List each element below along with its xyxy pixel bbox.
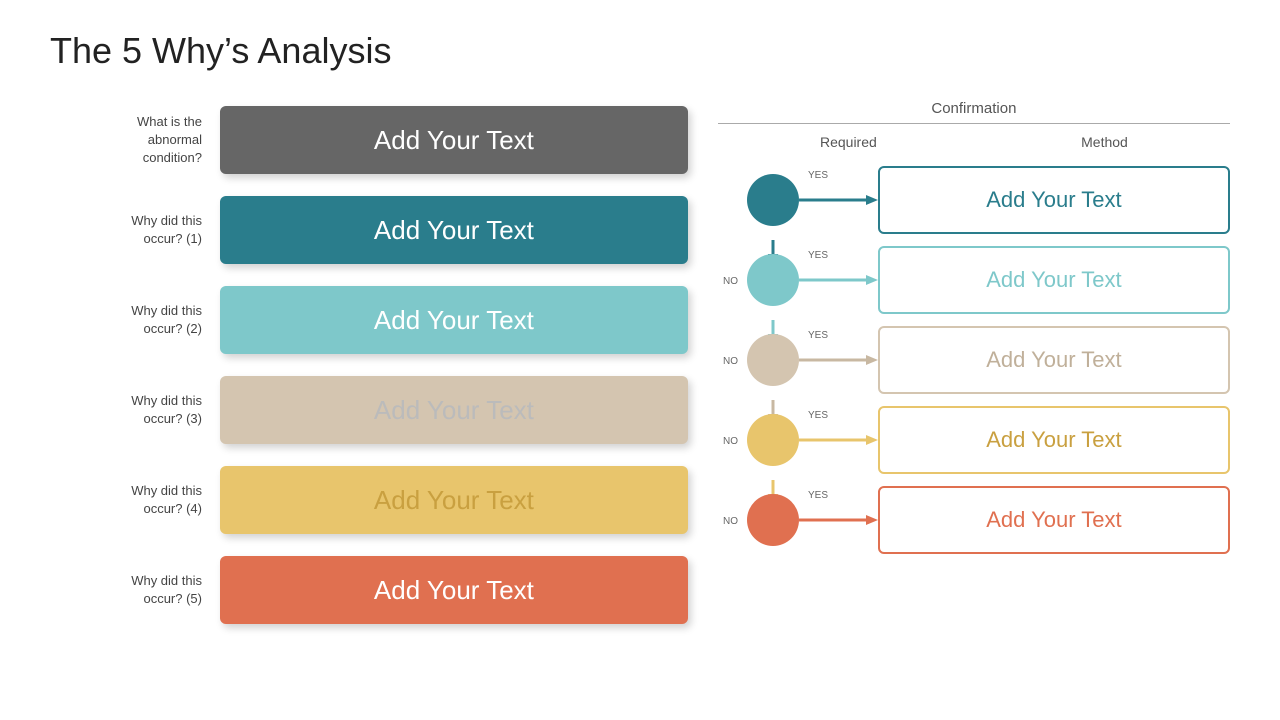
row-0: What is theabnormalcondition? Add Your T… — [50, 100, 688, 180]
main-box-0[interactable]: Add Your Text — [220, 106, 688, 174]
row-label-0: What is theabnormalcondition? — [50, 113, 220, 168]
row-label-5: Why did thisoccur? (5) — [50, 572, 220, 608]
col-method: Method — [1081, 134, 1128, 150]
conf-row-4: NO YES Add Your Text — [718, 400, 1230, 480]
svg-text:NO: NO — [723, 276, 738, 287]
row-label-2: Why did thisoccur? (2) — [50, 302, 220, 338]
conf-rows: YES Add Your Text NO — [718, 160, 1230, 560]
row-3: Why did thisoccur? (3) Add Your Text — [50, 370, 688, 450]
svg-text:YES: YES — [808, 330, 828, 341]
svg-text:NO: NO — [723, 516, 738, 527]
flow-area-5: NO YES — [718, 480, 878, 560]
col-required: Required — [820, 134, 877, 150]
page-title: The 5 Why’s Analysis — [50, 30, 1230, 72]
conf-row-3: NO YES Add Your Text — [718, 320, 1230, 400]
main-box-1[interactable]: Add Your Text — [220, 196, 688, 264]
main-box-2[interactable]: Add Your Text — [220, 286, 688, 354]
flow-diagram-2: NO YES — [718, 240, 878, 320]
content-area: What is theabnormalcondition? Add Your T… — [50, 100, 1230, 640]
svg-text:YES: YES — [808, 410, 828, 421]
flow-diagram-1: YES — [718, 160, 878, 240]
flow-diagram-4: NO YES — [718, 400, 878, 480]
flow-area-4: NO YES — [718, 400, 878, 480]
conf-box-4[interactable]: Add Your Text — [878, 406, 1230, 474]
row-label-4: Why did thisoccur? (4) — [50, 482, 220, 518]
conf-box-5[interactable]: Add Your Text — [878, 486, 1230, 554]
page: The 5 Why’s Analysis What is theabnormal… — [0, 0, 1280, 720]
conf-columns: Required Method — [718, 128, 1230, 150]
conf-row-1: YES Add Your Text — [718, 160, 1230, 240]
confirmation-header: Confirmation — [718, 100, 1230, 124]
svg-text:YES: YES — [808, 250, 828, 261]
main-box-5[interactable]: Add Your Text — [220, 556, 688, 624]
conf-box-2[interactable]: Add Your Text — [878, 246, 1230, 314]
row-label-1: Why did thisoccur? (1) — [50, 212, 220, 248]
flow-area-1: YES — [718, 160, 878, 240]
row-1: Why did thisoccur? (1) Add Your Text — [50, 190, 688, 270]
main-box-3[interactable]: Add Your Text — [220, 376, 688, 444]
row-4: Why did thisoccur? (4) Add Your Text — [50, 460, 688, 540]
flow-area-2: NO YES — [718, 240, 878, 320]
right-section: Confirmation Required Method YES — [688, 100, 1230, 640]
svg-text:NO: NO — [723, 356, 738, 367]
conf-box-1[interactable]: Add Your Text — [878, 166, 1230, 234]
conf-row-2: NO YES Add Your Text — [718, 240, 1230, 320]
row-2: Why did thisoccur? (2) Add Your Text — [50, 280, 688, 360]
row-5: Why did thisoccur? (5) Add Your Text — [50, 550, 688, 630]
flow-diagram-5: NO YES — [718, 480, 878, 560]
svg-text:NO: NO — [723, 436, 738, 447]
main-box-4[interactable]: Add Your Text — [220, 466, 688, 534]
flow-diagram-3: NO YES — [718, 320, 878, 400]
flow-area-3: NO YES — [718, 320, 878, 400]
conf-box-3[interactable]: Add Your Text — [878, 326, 1230, 394]
left-section: What is theabnormalcondition? Add Your T… — [50, 100, 688, 640]
svg-text:YES: YES — [808, 170, 828, 181]
row-label-3: Why did thisoccur? (3) — [50, 392, 220, 428]
svg-text:YES: YES — [808, 490, 828, 501]
conf-row-5: NO YES Add Your Text — [718, 480, 1230, 560]
